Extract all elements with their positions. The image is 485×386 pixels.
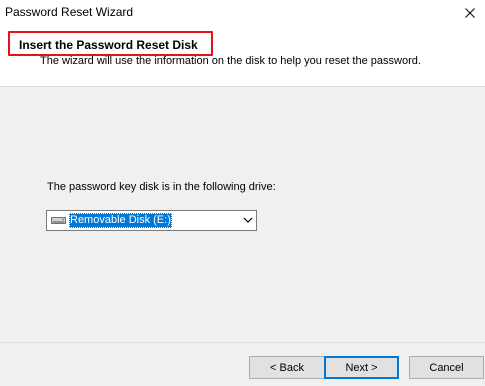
page-subtitle: The wizard will use the information on t…	[40, 55, 421, 67]
drive-select-value: Removable Disk (E:)	[69, 213, 172, 228]
title-highlight-box	[8, 31, 213, 56]
close-button[interactable]	[455, 0, 485, 26]
password-reset-wizard-window: Password Reset Wizard Insert the Passwor…	[0, 0, 485, 386]
next-button[interactable]: Next >	[324, 356, 399, 379]
window-title: Password Reset Wizard	[5, 5, 134, 19]
chevron-down-icon	[243, 217, 253, 223]
title-bar: Password Reset Wizard	[0, 0, 485, 26]
drive-label: The password key disk is in the followin…	[47, 181, 276, 193]
removable-disk-icon	[51, 217, 66, 224]
back-button[interactable]: < Back	[249, 356, 325, 379]
cancel-button[interactable]: Cancel	[409, 356, 484, 379]
drive-select[interactable]: Removable Disk (E:)	[46, 210, 257, 231]
footer-divider	[0, 342, 485, 343]
close-icon	[465, 8, 475, 18]
